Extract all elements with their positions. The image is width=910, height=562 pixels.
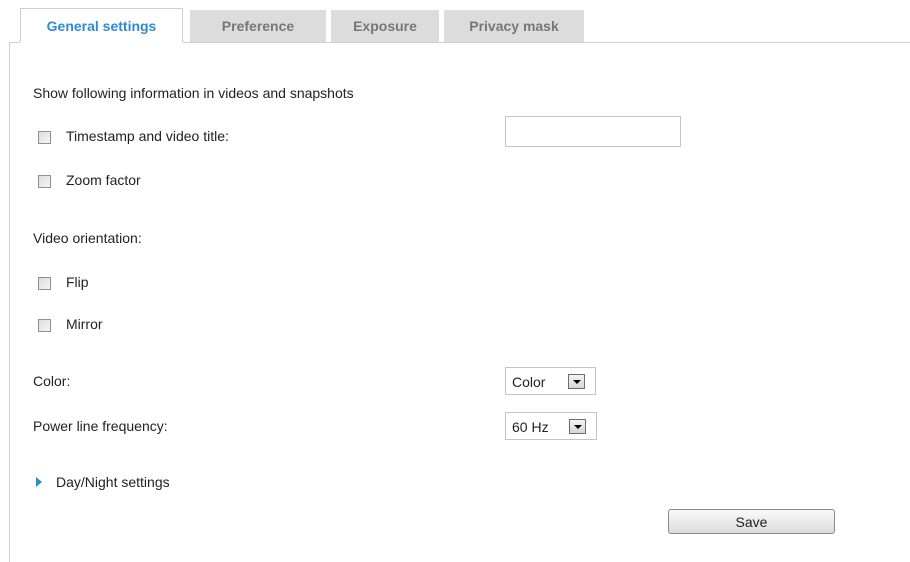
tab-general-settings[interactable]: General settings <box>20 8 183 44</box>
overlay-heading: Show following information in videos and… <box>33 85 354 101</box>
flip-label: Flip <box>66 274 89 290</box>
color-select[interactable]: Color <box>505 367 596 395</box>
timestamp-checkbox[interactable] <box>38 131 51 144</box>
flip-checkbox[interactable] <box>38 277 51 290</box>
tab-preference[interactable]: Preference <box>190 10 326 42</box>
tab-privacy-mask[interactable]: Privacy mask <box>444 10 584 42</box>
power-frequency-select[interactable]: 60 Hz <box>505 412 597 440</box>
chevron-right-icon[interactable] <box>36 477 42 487</box>
zoom-factor-label: Zoom factor <box>66 172 141 188</box>
tab-exposure[interactable]: Exposure <box>331 10 439 42</box>
day-night-settings-link[interactable]: Day/Night settings <box>56 474 170 490</box>
video-title-input[interactable] <box>505 116 681 147</box>
mirror-label: Mirror <box>66 316 103 332</box>
timestamp-label: Timestamp and video title: <box>66 128 229 144</box>
power-frequency-select-value: 60 Hz <box>512 419 549 435</box>
color-label: Color: <box>33 373 71 389</box>
chevron-down-icon[interactable] <box>568 374 585 389</box>
power-line-frequency-label: Power line frequency: <box>33 418 168 434</box>
chevron-down-icon[interactable] <box>569 419 586 434</box>
mirror-checkbox[interactable] <box>38 319 51 332</box>
video-orientation-heading: Video orientation: <box>33 230 142 246</box>
color-select-value: Color <box>512 374 546 390</box>
zoom-factor-checkbox[interactable] <box>38 175 51 188</box>
save-button[interactable]: Save <box>668 509 835 534</box>
